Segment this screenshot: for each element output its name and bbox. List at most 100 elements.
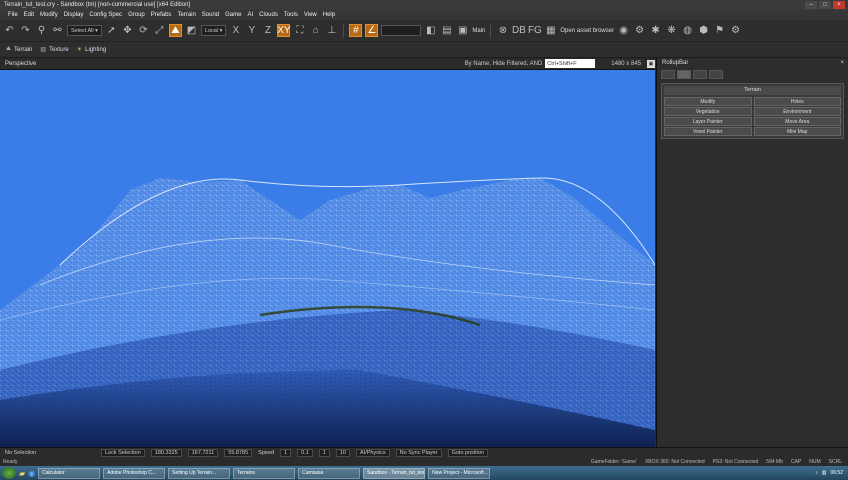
menu-display[interactable]: Display xyxy=(64,12,84,18)
axis-xy-icon[interactable]: XY xyxy=(277,24,291,37)
menu-view[interactable]: View xyxy=(304,12,317,18)
layer-painter-button[interactable]: Layer Painter xyxy=(664,117,752,126)
select-terrain-icon[interactable]: ◩ xyxy=(185,24,198,37)
viewport-search-input[interactable]: Ctrl+Shift+F xyxy=(545,59,596,68)
modify-button[interactable]: Modify xyxy=(664,97,752,106)
main-label[interactable]: Main xyxy=(472,28,485,34)
snap-grid-icon[interactable]: # xyxy=(349,24,363,37)
snap-angle-icon[interactable]: ∠ xyxy=(365,24,379,37)
tab-display[interactable] xyxy=(709,69,723,79)
texture-button[interactable]: ▧ Texture xyxy=(40,46,68,54)
database-icon[interactable]: DB xyxy=(512,24,526,37)
tab-terrain[interactable] xyxy=(677,69,691,79)
perspective-viewport[interactable] xyxy=(0,70,655,447)
ruler-dropdown[interactable] xyxy=(381,25,422,36)
menu-sound[interactable]: Sound xyxy=(202,12,219,18)
ai-physics-button[interactable]: AI/Physics xyxy=(355,449,390,457)
menu-modify[interactable]: Modify xyxy=(40,12,58,18)
task-photoshop[interactable]: Adobe Photoshop C... xyxy=(103,467,166,479)
maximize-viewport-icon[interactable]: ▣ xyxy=(647,59,655,68)
tab-modeling[interactable] xyxy=(693,69,707,79)
holes-button[interactable]: Holes xyxy=(753,97,841,106)
axis-y-button[interactable]: Y xyxy=(245,24,258,37)
selection-mask-dropdown[interactable]: Select All ▾ xyxy=(67,25,102,36)
menu-prefabs[interactable]: Prefabs xyxy=(151,12,172,18)
physics-icon[interactable]: ⊗ xyxy=(496,24,509,37)
viewport-label[interactable]: Perspective xyxy=(5,61,36,67)
menu-group[interactable]: Group xyxy=(128,12,145,18)
axis-x-button[interactable]: X xyxy=(229,24,242,37)
speed-01-button[interactable]: 0.1 xyxy=(297,449,313,457)
snap-objects-icon[interactable]: ⌂ xyxy=(309,24,322,37)
clock[interactable]: 06:52 xyxy=(830,470,843,476)
lock-selection-button[interactable]: Lock Selection xyxy=(101,449,145,457)
explorer-icon[interactable]: ▰ xyxy=(19,469,25,478)
asset-browser-icon[interactable]: ▦ xyxy=(544,24,557,37)
vegetation-button[interactable]: Vegetation xyxy=(664,107,752,116)
select-icon[interactable]: ➚ xyxy=(105,24,118,37)
menu-game[interactable]: Game xyxy=(225,12,241,18)
network-icon[interactable]: ▥ xyxy=(822,470,827,476)
x-coordinate-field[interactable]: 180.3325 xyxy=(150,449,182,457)
y-coordinate-field[interactable]: 167.7211 xyxy=(187,449,219,457)
layer-icon[interactable]: ▤ xyxy=(440,24,453,37)
redo-icon[interactable]: ↷ xyxy=(19,24,32,37)
close-button[interactable]: × xyxy=(833,1,845,9)
rollup-close-button[interactable]: × xyxy=(840,60,848,66)
character-editor-icon[interactable]: ✱ xyxy=(649,24,662,37)
menu-tools[interactable]: Tools xyxy=(284,12,298,18)
track-view-icon[interactable]: ⚙ xyxy=(633,24,646,37)
terrain-snap-icon[interactable]: ⛰ xyxy=(168,24,182,37)
speed-1-button[interactable]: 1 xyxy=(318,449,330,457)
settings-icon[interactable]: ⚙ xyxy=(729,24,742,37)
maximize-button[interactable]: □ xyxy=(819,1,831,9)
environment-button[interactable]: Environment xyxy=(753,107,841,116)
scale-icon[interactable]: ⤢ xyxy=(153,24,166,37)
menu-clouds[interactable]: Clouds xyxy=(259,12,278,18)
coordinate-system-dropdown[interactable]: Local ▾ xyxy=(200,25,227,36)
speed-10-button[interactable]: 10 xyxy=(335,449,350,457)
menu-help[interactable]: Help xyxy=(323,12,335,18)
menu-terrain[interactable]: Terrain xyxy=(177,12,195,18)
move-area-button[interactable]: Move Area xyxy=(753,117,841,126)
menu-edit[interactable]: Edit xyxy=(24,12,34,18)
undo-icon[interactable]: ↶ xyxy=(3,24,16,37)
task-terrains[interactable]: Terrains xyxy=(233,467,296,479)
main-icon[interactable]: ▣ xyxy=(456,24,469,37)
console-icon[interactable]: ⚑ xyxy=(713,24,726,37)
z-coordinate-field[interactable]: 55.8785 xyxy=(224,449,253,457)
particle-icon[interactable]: ❋ xyxy=(665,24,678,37)
speed-field[interactable]: 1 xyxy=(280,449,292,457)
volume-icon[interactable]: ♪ xyxy=(815,470,818,476)
rotate-icon[interactable]: ⟳ xyxy=(137,24,150,37)
goto-position-button[interactable]: Goto position xyxy=(447,449,488,457)
snap-normal-icon[interactable]: ⊥ xyxy=(325,24,338,37)
task-camtasia[interactable]: Camtasia xyxy=(298,467,361,479)
move-icon[interactable]: ✥ xyxy=(121,24,134,37)
menu-config-spec[interactable]: Config Spec xyxy=(89,12,122,18)
terrain-editor-button[interactable]: ⛰ Terrain xyxy=(6,46,32,53)
task-setting-up-terrain[interactable]: Setting Up Terrain... xyxy=(168,467,231,479)
camera-icon[interactable]: ◧ xyxy=(424,24,437,37)
sound-icon[interactable]: ◍ xyxy=(681,24,694,37)
menu-file[interactable]: File xyxy=(8,12,18,18)
start-icon[interactable] xyxy=(2,467,16,479)
tab-objects[interactable] xyxy=(661,69,675,79)
task-calculator[interactable]: Calculator xyxy=(38,467,101,479)
lighting-button[interactable]: ☀ Lighting xyxy=(77,46,106,54)
minimize-button[interactable]: – xyxy=(805,1,817,9)
task-new-project[interactable]: New Project - Microsoft... xyxy=(428,467,491,479)
script-icon[interactable]: ⬢ xyxy=(697,24,710,37)
flowgraph-icon[interactable]: FG xyxy=(528,24,542,37)
voxel-painter-button[interactable]: Voxel Painter xyxy=(664,127,752,136)
axis-z-button[interactable]: Z xyxy=(261,24,274,37)
mini-map-button[interactable]: Mini Map xyxy=(753,127,841,136)
link-icon[interactable]: ⚲ xyxy=(35,24,48,37)
unlink-icon[interactable]: ⚯ xyxy=(51,24,64,37)
browser-icon[interactable]: ◉ xyxy=(28,469,35,478)
task-sandbox[interactable]: Sandbox - Terrain_tut_test.cry xyxy=(363,467,426,479)
material-icon[interactable]: ◉ xyxy=(617,24,630,37)
no-sync-player-button[interactable]: No Sync Player xyxy=(395,449,442,457)
follow-terrain-icon[interactable]: ⛶ xyxy=(293,24,306,37)
asset-browser-button[interactable]: Open asset browser xyxy=(560,28,614,34)
